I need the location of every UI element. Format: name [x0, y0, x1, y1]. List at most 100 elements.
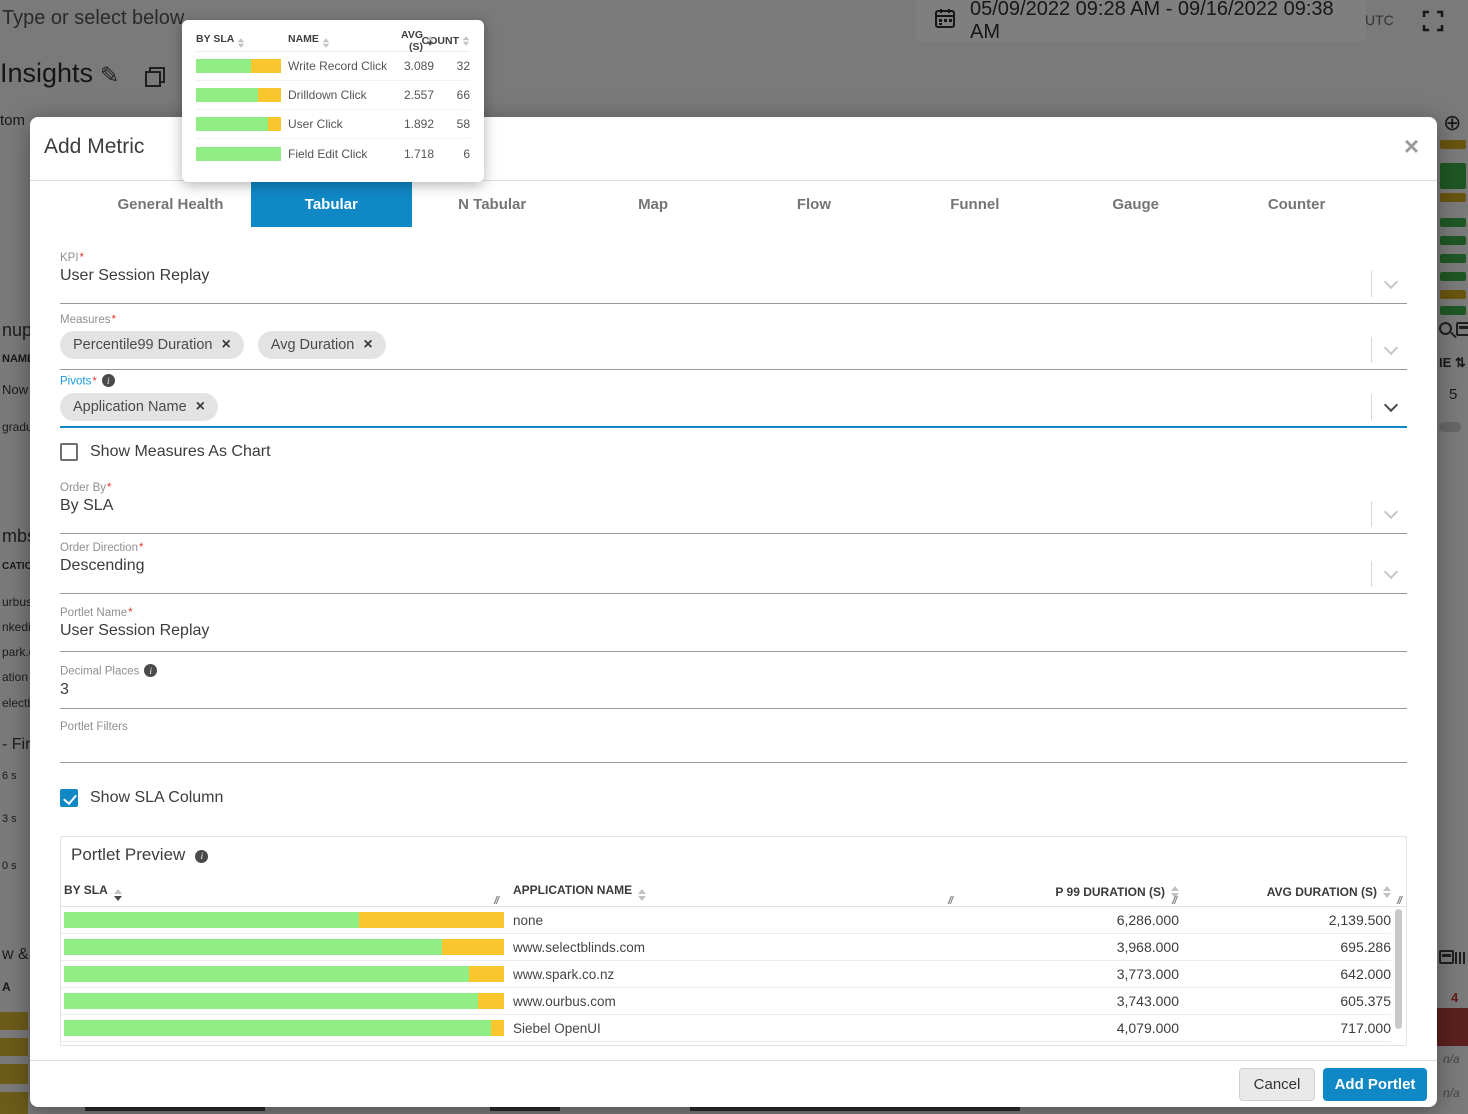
pivot-chip: Application Name × — [60, 392, 218, 421]
column-header-avg-duration[interactable]: AVG DURATION (S) — [1179, 883, 1391, 901]
decimal-places-field[interactable]: Decimal Places i 3 — [60, 664, 1407, 709]
measures-label: Measures* — [60, 314, 116, 326]
chevron-down-icon — [1383, 504, 1399, 520]
popup-header-avg[interactable]: AVG (S) — [388, 29, 434, 53]
sla-bar — [64, 912, 504, 928]
popup-header-by-sla[interactable]: BY SLA — [196, 33, 288, 49]
preview-table-header: BY SLA APPLICATION NAME P 99 DURATION (S… — [61, 877, 1406, 907]
column-header-by-sla[interactable]: BY SLA — [61, 883, 504, 901]
show-sla-column-checkbox[interactable] — [60, 789, 78, 807]
tab[interactable]: General Health — [90, 181, 251, 227]
sla-bar — [196, 117, 281, 131]
sla-bar-green — [64, 966, 469, 982]
pivots-dropdown-toggle[interactable] — [1371, 394, 1407, 420]
order-direction-value[interactable]: Descending — [60, 557, 1407, 581]
modal-title: Add Metric — [44, 135, 145, 158]
close-icon[interactable]: × — [1404, 133, 1419, 159]
popup-header-count[interactable]: COUNT — [422, 35, 470, 47]
p99-duration-cell: 3,773.000 — [1116, 966, 1179, 982]
table-row: Siebel OpenUI 4,079.000 717.000 — [61, 1015, 1391, 1042]
info-icon[interactable]: i — [101, 374, 115, 387]
measures-dropdown-toggle[interactable] — [1371, 337, 1407, 363]
count-cell: 6 — [463, 146, 470, 161]
show-measures-as-chart-checkbox[interactable] — [60, 443, 78, 461]
decimal-places-value[interactable]: 3 — [60, 681, 1407, 705]
info-icon[interactable]: i — [144, 664, 158, 677]
sort-icon — [238, 37, 245, 48]
sla-breakdown-popup: BY SLA NAME AVG (S) COUNT Write Record C… — [182, 20, 484, 182]
order-by-field[interactable]: Order By* By SLA — [60, 482, 1407, 534]
avg-duration-cell: 695.286 — [1340, 939, 1391, 955]
pivots-field[interactable]: Pivots* i Application Name × — [60, 374, 1407, 428]
kpi-value[interactable]: User Session Replay — [60, 267, 1407, 291]
tab[interactable]: N Tabular — [412, 181, 573, 227]
pivots-label: Pivots* i — [60, 374, 1407, 388]
tab[interactable]: Tabular — [250, 181, 412, 227]
portlet-name-value[interactable]: User Session Replay — [60, 622, 1407, 646]
popup-header-name[interactable]: NAME — [288, 33, 388, 49]
portlet-filters-label: Portlet Filters — [60, 721, 128, 733]
remove-chip-icon[interactable]: × — [196, 398, 205, 415]
avg-duration-cell: 605.375 — [1340, 993, 1391, 1009]
tab[interactable]: Map — [573, 181, 734, 227]
remove-chip-icon[interactable]: × — [363, 337, 372, 353]
sla-bar-green — [64, 912, 359, 928]
popup-table-row: Write Record Click 3.089 32 — [196, 52, 470, 81]
application-name-cell: none — [513, 912, 544, 928]
portlet-name-field[interactable]: Portlet Name* User Session Replay — [60, 607, 1407, 652]
application-name-cell: www.ourbus.com — [513, 993, 616, 1009]
count-cell: 32 — [456, 59, 470, 73]
column-header-application-name[interactable]: APPLICATION NAME — [504, 883, 949, 901]
show-sla-column-row: Show SLA Column — [60, 789, 1407, 807]
chevron-down-icon — [1383, 340, 1399, 356]
portlet-preview-title: Portlet Preview i — [71, 845, 209, 865]
cancel-button[interactable]: Cancel — [1239, 1068, 1315, 1101]
sort-icon — [638, 888, 647, 901]
show-sla-column-label: Show SLA Column — [90, 789, 224, 806]
tab[interactable]: Counter — [1216, 181, 1377, 227]
order-direction-field[interactable]: Order Direction* Descending — [60, 542, 1407, 594]
avg-cell: 1.892 — [403, 117, 434, 131]
p99-duration-cell: 6,286.000 — [1116, 912, 1179, 928]
column-resize-handle[interactable]: // — [1172, 895, 1177, 907]
order-by-value[interactable]: By SLA — [60, 497, 1407, 521]
sort-icon — [113, 888, 122, 901]
sla-bar — [196, 146, 281, 161]
remove-chip-icon[interactable]: × — [221, 337, 230, 353]
preview-scrollbar[interactable] — [1395, 909, 1402, 1029]
kpi-dropdown-toggle[interactable] — [1371, 271, 1407, 297]
column-resize-handle[interactable]: // — [494, 895, 499, 907]
portlet-filters-value[interactable] — [60, 736, 1407, 760]
portlet-filters-field[interactable]: Portlet Filters — [60, 721, 1407, 763]
column-resize-handle[interactable]: // — [948, 895, 953, 907]
tab[interactable]: Funnel — [894, 181, 1055, 227]
sort-icon — [462, 35, 470, 46]
kpi-label: KPI* — [60, 252, 85, 264]
tab[interactable]: Gauge — [1055, 181, 1216, 227]
measures-field[interactable]: Measures* Percentile99 Duration × Avg Dur… — [60, 314, 1407, 370]
application-name-cell: Siebel OpenUI — [513, 1020, 601, 1036]
info-icon[interactable]: i — [195, 849, 209, 863]
sla-bar — [64, 993, 504, 1009]
avg-duration-cell: 2,139.500 — [1328, 912, 1391, 928]
column-resize-handle[interactable]: // — [1397, 895, 1402, 907]
kpi-field[interactable]: KPI* User Session Replay — [60, 252, 1407, 304]
sla-bar-green — [64, 1020, 491, 1036]
metric-type-tabs: General Health Tabular N Tabular Map Flo… — [90, 181, 1377, 227]
column-header-p99-duration[interactable]: P 99 DURATION (S) — [949, 883, 1179, 901]
add-portlet-button[interactable]: Add Portlet — [1323, 1068, 1427, 1101]
tab[interactable]: Flow — [734, 181, 895, 227]
avg-cell: 1.718 — [403, 146, 434, 161]
popup-table-body: Write Record Click 3.089 32 Drilldown Cl… — [196, 52, 470, 168]
popup-table-row: Drilldown Click 2.557 66 — [196, 81, 470, 110]
sort-icon — [426, 35, 434, 46]
order-by-label: Order By* — [60, 482, 112, 494]
order-by-dropdown-toggle[interactable] — [1371, 501, 1407, 527]
avg-cell: 3.089 — [403, 59, 434, 73]
show-measures-as-chart-row: Show Measures As Chart — [60, 443, 1407, 461]
sort-icon — [322, 37, 330, 48]
order-direction-dropdown-toggle[interactable] — [1371, 561, 1407, 587]
sla-bar-green — [64, 993, 478, 1009]
popup-table-row: Field Edit Click 1.718 6 — [196, 139, 470, 168]
modal-footer: Cancel Add Portlet — [30, 1060, 1437, 1107]
